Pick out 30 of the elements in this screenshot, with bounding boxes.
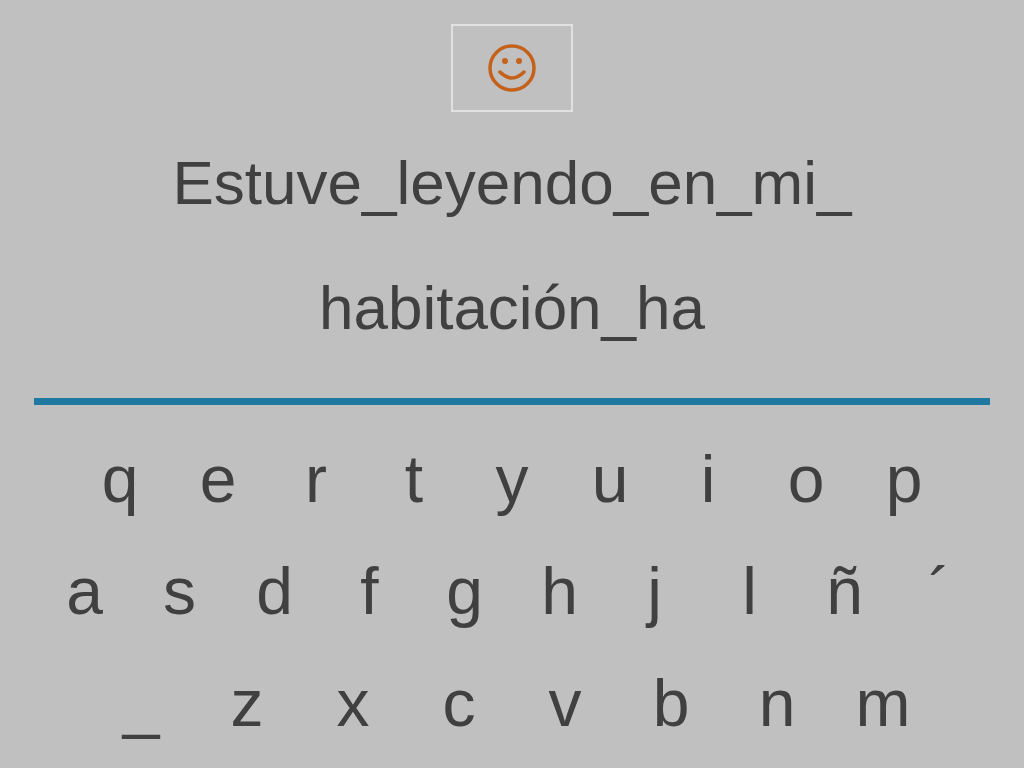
letter-key[interactable]: d	[227, 551, 322, 631]
smiley-icon	[487, 43, 537, 93]
letter-key[interactable]: m	[830, 663, 936, 743]
letter-key[interactable]: v	[512, 663, 618, 743]
letter-key[interactable]: p	[855, 439, 953, 519]
letter-key[interactable]: r	[267, 439, 365, 519]
letter-key[interactable]: i	[659, 439, 757, 519]
letter-key[interactable]: q	[71, 439, 169, 519]
letter-key[interactable]: _	[88, 663, 194, 743]
letter-key[interactable]: ñ	[797, 551, 892, 631]
letter-key[interactable]: y	[463, 439, 561, 519]
letter-key[interactable]: e	[169, 439, 267, 519]
letter-key[interactable]: o	[757, 439, 855, 519]
sentence-line: habitación_ha	[318, 272, 706, 344]
letter-key[interactable]: j	[607, 551, 702, 631]
letter-key[interactable]: b	[618, 663, 724, 743]
letter-key[interactable]: c	[406, 663, 512, 743]
letter-key[interactable]: u	[561, 439, 659, 519]
letter-key[interactable]: f	[322, 551, 417, 631]
letter-key[interactable]: x	[300, 663, 406, 743]
letter-key[interactable]: l	[702, 551, 797, 631]
letter-key[interactable]: s	[132, 551, 227, 631]
letter-key[interactable]: h	[512, 551, 607, 631]
sentence-line: Estuve_leyendo_en_mi_	[172, 147, 852, 219]
letter-key[interactable]: a	[37, 551, 132, 631]
letter-key[interactable]: g	[417, 551, 512, 631]
letter-key[interactable]: t	[365, 439, 463, 519]
letter-key[interactable]: ´	[892, 551, 987, 631]
letter-key[interactable]: n	[724, 663, 830, 743]
letter-key[interactable]: z	[194, 663, 300, 743]
